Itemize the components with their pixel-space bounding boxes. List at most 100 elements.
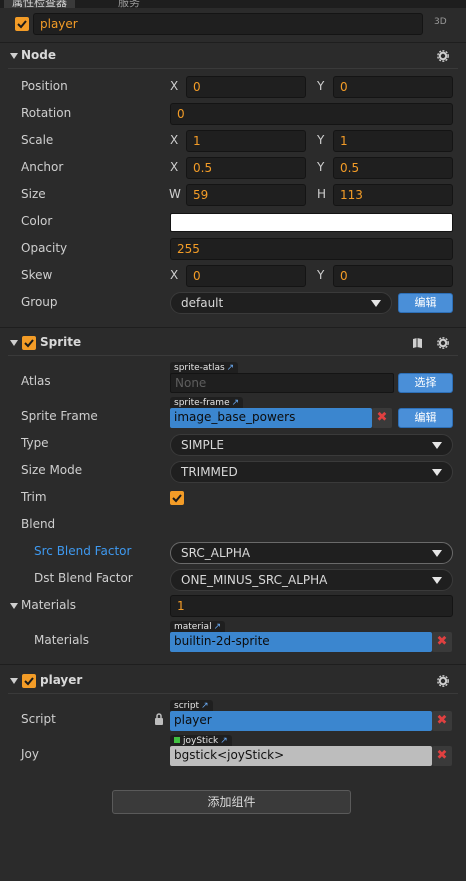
- script-field[interactable]: player: [170, 711, 432, 731]
- anchor-y-axis: Y: [317, 160, 325, 174]
- node-type-icon: [174, 737, 180, 743]
- add-component-button[interactable]: 添加组件: [112, 790, 351, 814]
- scale-x-axis: X: [170, 133, 179, 147]
- opacity-label: Opacity: [21, 241, 68, 255]
- help-book-icon[interactable]: [412, 337, 423, 349]
- clear-material-icon[interactable]: ✖: [432, 632, 452, 652]
- collapse-sprite-icon[interactable]: [10, 340, 18, 346]
- divider: [8, 693, 458, 694]
- sprite-section-title: Sprite: [40, 335, 82, 349]
- scale-y-input[interactable]: 1: [333, 130, 453, 152]
- dropdown-arrow-icon: [432, 550, 442, 557]
- external-link-icon[interactable]: ↗: [214, 622, 222, 632]
- blend-label: Blend: [21, 517, 56, 531]
- skew-x-input[interactable]: 0: [186, 265, 306, 287]
- rotation-label: Rotation: [21, 106, 72, 120]
- sprite-enabled-checkbox[interactable]: [22, 336, 36, 350]
- group-select-value: default: [181, 296, 224, 310]
- node-active-checkbox[interactable]: [15, 17, 29, 31]
- group-edit-button[interactable]: 编辑: [398, 293, 453, 313]
- check-icon: [17, 20, 27, 29]
- size-w-input[interactable]: 59: [186, 184, 306, 206]
- anchor-x-axis: X: [170, 160, 179, 174]
- tab-services-label: 服务: [118, 0, 140, 8]
- player-enabled-checkbox[interactable]: [22, 674, 36, 688]
- dst-blend-select[interactable]: ONE_MINUS_SRC_ALPHA: [170, 569, 453, 591]
- external-link-icon[interactable]: ↗: [201, 701, 209, 711]
- joy-tag-label: joyStick: [183, 736, 219, 746]
- atlas-select-button[interactable]: 选择: [398, 373, 453, 393]
- position-x-axis: X: [170, 79, 179, 93]
- sprite-frame-tag-label: sprite-frame: [174, 398, 230, 408]
- gear-icon[interactable]: [437, 675, 449, 687]
- check-icon: [24, 677, 34, 686]
- sprite-frame-edit-button[interactable]: 编辑: [398, 408, 453, 428]
- rotation-input[interactable]: 0: [170, 103, 453, 125]
- anchor-y-input[interactable]: 0.5: [333, 157, 453, 179]
- tab-inspector[interactable]: 属性检查器: [4, 0, 75, 8]
- sprite-frame-field[interactable]: image_base_powers: [170, 408, 372, 428]
- dst-blend-select-value: ONE_MINUS_SRC_ALPHA: [181, 573, 328, 587]
- skew-y-input[interactable]: 0: [333, 265, 453, 287]
- trim-checkbox[interactable]: [170, 491, 184, 505]
- dropdown-arrow-icon: [432, 469, 442, 476]
- size-h-axis: H: [317, 187, 327, 201]
- collapse-player-icon[interactable]: [10, 678, 18, 684]
- lock-icon: [155, 713, 163, 725]
- tab-inspector-label: 属性检查器: [12, 0, 67, 8]
- trim-label: Trim: [21, 490, 47, 504]
- joy-field[interactable]: bgstick<joyStick>: [170, 746, 432, 766]
- 3d-toggle[interactable]: 3D: [434, 17, 447, 27]
- atlas-label: Atlas: [21, 374, 51, 388]
- dropdown-arrow-icon: [432, 442, 442, 449]
- dst-blend-label: Dst Blend Factor: [34, 571, 133, 585]
- color-swatch[interactable]: [170, 213, 453, 232]
- external-link-icon[interactable]: ↗: [232, 398, 240, 408]
- size-mode-select[interactable]: TRIMMED: [170, 461, 453, 483]
- materials-count-label: Materials: [21, 598, 77, 612]
- anchor-x-input[interactable]: 0.5: [186, 157, 306, 179]
- atlas-field[interactable]: None: [170, 373, 394, 393]
- external-link-icon[interactable]: ↗: [220, 736, 228, 746]
- group-select[interactable]: default: [170, 292, 392, 314]
- divider: [8, 355, 458, 356]
- collapse-node-icon[interactable]: [10, 53, 18, 59]
- gear-icon[interactable]: [437, 50, 449, 62]
- position-x-input[interactable]: 0: [186, 76, 306, 98]
- clear-joy-icon[interactable]: ✖: [432, 746, 452, 766]
- material-field[interactable]: builtin-2d-sprite: [170, 632, 432, 652]
- node-name-input[interactable]: player: [33, 13, 423, 35]
- check-icon: [24, 339, 34, 348]
- check-icon: [172, 494, 182, 503]
- clear-sprite-frame-icon[interactable]: ✖: [372, 408, 392, 428]
- scale-y-axis: Y: [317, 133, 325, 147]
- size-h-input[interactable]: 113: [333, 184, 453, 206]
- scale-label: Scale: [21, 133, 54, 147]
- gear-icon[interactable]: [437, 337, 449, 349]
- src-blend-select[interactable]: SRC_ALPHA: [170, 542, 453, 564]
- joy-label: Joy: [21, 747, 39, 761]
- divider: [8, 68, 458, 69]
- size-mode-label: Size Mode: [21, 463, 83, 477]
- position-y-input[interactable]: 0: [333, 76, 453, 98]
- type-select[interactable]: SIMPLE: [170, 434, 453, 456]
- divider: [0, 42, 466, 43]
- opacity-input[interactable]: 255: [170, 238, 453, 260]
- tab-services[interactable]: 服务: [118, 0, 140, 8]
- size-label: Size: [21, 187, 46, 201]
- clear-script-icon[interactable]: ✖: [432, 711, 452, 731]
- player-section-title: player: [40, 673, 83, 687]
- script-label: Script: [21, 712, 56, 726]
- collapse-materials-icon[interactable]: [10, 603, 18, 609]
- src-blend-label: Src Blend Factor: [34, 544, 132, 558]
- atlas-tag-label: sprite-atlas: [174, 363, 225, 373]
- scale-x-input[interactable]: 1: [186, 130, 306, 152]
- color-label: Color: [21, 214, 53, 228]
- materials-count-input[interactable]: 1: [170, 595, 453, 617]
- group-label: Group: [21, 295, 58, 309]
- divider: [0, 664, 466, 665]
- external-link-icon[interactable]: ↗: [227, 363, 235, 373]
- tab-strip: 属性检查器 服务: [0, 0, 466, 8]
- dropdown-arrow-icon: [432, 577, 442, 584]
- script-tag-label: script: [174, 701, 200, 711]
